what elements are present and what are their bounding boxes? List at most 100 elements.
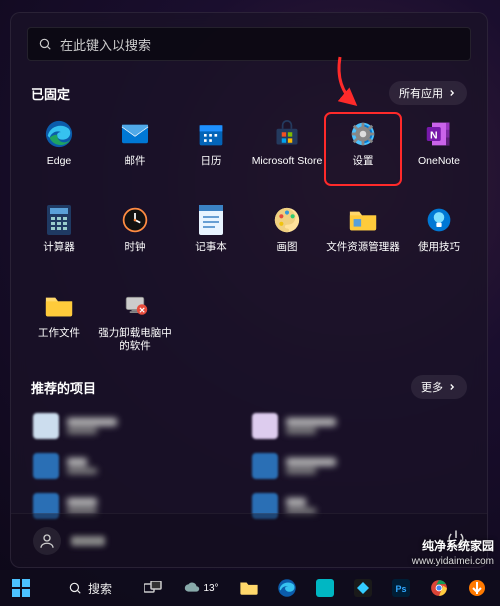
tile-label: 时钟 <box>125 241 146 254</box>
tile-explorer[interactable]: 文件资源管理器 <box>325 199 401 271</box>
tile-label: 工作文件 <box>38 327 80 340</box>
tile-tips[interactable]: 使用技巧 <box>401 199 477 271</box>
recommended-item-text <box>286 418 336 434</box>
taskbar-search[interactable]: 搜索 <box>42 573 132 603</box>
notepad-icon <box>196 205 226 235</box>
tile-clock[interactable]: 时钟 <box>97 199 173 271</box>
folder-icon <box>348 205 378 235</box>
uninstall-icon: ✕ <box>120 291 150 321</box>
tile-label: 邮件 <box>125 155 146 168</box>
tile-label: 日历 <box>201 155 222 168</box>
tile-onenote[interactable]: N OneNote <box>401 113 477 185</box>
tile-label: 画图 <box>277 241 298 254</box>
taskbar-edge[interactable] <box>270 573 304 603</box>
gear-icon <box>348 119 378 149</box>
store-icon <box>272 119 302 149</box>
chevron-right-icon <box>447 88 457 98</box>
tile-uninstall[interactable]: ✕ 强力卸载电脑中的软件 <box>97 285 173 357</box>
pinned-grid: Edge 邮件 日历 Microsoft Store 设置 <box>11 113 487 357</box>
clock-icon <box>120 205 150 235</box>
recommended-header: 推荐的项目 更多 <box>31 375 467 399</box>
recommended-item[interactable] <box>33 453 246 479</box>
username <box>71 536 105 546</box>
tile-settings[interactable]: 设置 <box>325 113 401 185</box>
chrome-icon <box>430 579 448 597</box>
taskbar-chrome[interactable] <box>422 573 456 603</box>
tile-notepad[interactable]: 记事本 <box>173 199 249 271</box>
app-icon <box>468 579 486 597</box>
taskbar-search-label: 搜索 <box>88 580 112 597</box>
folder-icon <box>239 580 259 596</box>
start-button[interactable] <box>4 573 38 603</box>
recommended-item[interactable] <box>33 413 246 439</box>
search-icon <box>38 37 52 51</box>
tips-icon <box>424 205 454 235</box>
tile-paint[interactable]: 画图 <box>249 199 325 271</box>
taskbar-app[interactable] <box>308 573 342 603</box>
folder-icon <box>44 291 74 321</box>
recommended-item-text <box>67 458 97 474</box>
tile-label: Edge <box>47 155 72 168</box>
file-icon <box>33 453 59 479</box>
start-menu-panel: 在此键入以搜索 已固定 所有应用 Edge 邮件 日历 <box>10 12 488 568</box>
recommended-item[interactable] <box>252 453 465 479</box>
tile-label: 计算器 <box>43 241 75 254</box>
windows-icon <box>11 578 31 598</box>
tile-edge[interactable]: Edge <box>21 113 97 185</box>
pinned-header: 已固定 所有应用 <box>31 81 467 105</box>
tile-label: OneNote <box>418 155 460 168</box>
tile-label: 使用技巧 <box>418 241 460 254</box>
app-icon <box>316 579 334 597</box>
tile-calendar[interactable]: 日历 <box>173 113 249 185</box>
recommended-item-text <box>67 418 117 434</box>
more-button[interactable]: 更多 <box>411 375 467 399</box>
taskbar-app[interactable] <box>460 573 494 603</box>
file-icon <box>252 413 278 439</box>
search-bar[interactable]: 在此键入以搜索 <box>27 27 471 61</box>
tile-label: Microsoft Store <box>252 155 323 168</box>
tile-label: 设置 <box>353 155 374 168</box>
svg-text:Ps: Ps <box>395 584 406 594</box>
pinned-title: 已固定 <box>31 84 70 103</box>
recommended-item-text <box>286 498 316 514</box>
recommended-item-text <box>67 498 97 514</box>
watermark-title: 纯净系统家园 <box>412 539 494 555</box>
taskbar-photoshop[interactable]: Ps <box>384 573 418 603</box>
app-icon <box>354 579 372 597</box>
tile-label: 文件资源管理器 <box>326 241 400 254</box>
taskbar-explorer[interactable] <box>232 573 266 603</box>
search-icon <box>68 581 82 595</box>
search-placeholder: 在此键入以搜索 <box>60 35 151 54</box>
recommended-list <box>11 407 487 525</box>
taskbar-app[interactable] <box>346 573 380 603</box>
all-apps-label: 所有应用 <box>399 85 443 101</box>
tile-calculator[interactable]: 计算器 <box>21 199 97 271</box>
weather-icon <box>183 580 201 596</box>
mail-icon <box>120 119 150 149</box>
user-account-button[interactable] <box>33 527 105 555</box>
recommended-item-text <box>286 458 336 474</box>
all-apps-button[interactable]: 所有应用 <box>389 81 467 105</box>
file-icon <box>33 413 59 439</box>
taskview-icon <box>144 581 162 595</box>
recommended-title: 推荐的项目 <box>31 378 96 397</box>
edge-icon <box>277 578 297 598</box>
taskbar: 搜索 13° Ps <box>0 570 500 606</box>
recommended-item[interactable] <box>252 413 465 439</box>
taskbar-taskview[interactable] <box>136 573 170 603</box>
edge-icon <box>44 119 74 149</box>
tile-label: 强力卸载电脑中的软件 <box>98 327 172 352</box>
tile-work-folder[interactable]: 工作文件 <box>21 285 97 357</box>
svg-text:N: N <box>430 129 438 141</box>
tile-store[interactable]: Microsoft Store <box>249 113 325 185</box>
avatar-icon <box>33 527 61 555</box>
onenote-icon: N <box>424 119 454 149</box>
watermark: 纯净系统家园 www.yidaimei.com <box>412 539 494 568</box>
calendar-icon <box>196 119 226 149</box>
tile-mail[interactable]: 邮件 <box>97 113 173 185</box>
taskbar-weather[interactable]: 13° <box>174 573 228 603</box>
tile-label: 记事本 <box>195 241 227 254</box>
weather-temp: 13° <box>203 583 218 594</box>
more-label: 更多 <box>421 379 443 395</box>
file-icon <box>252 453 278 479</box>
